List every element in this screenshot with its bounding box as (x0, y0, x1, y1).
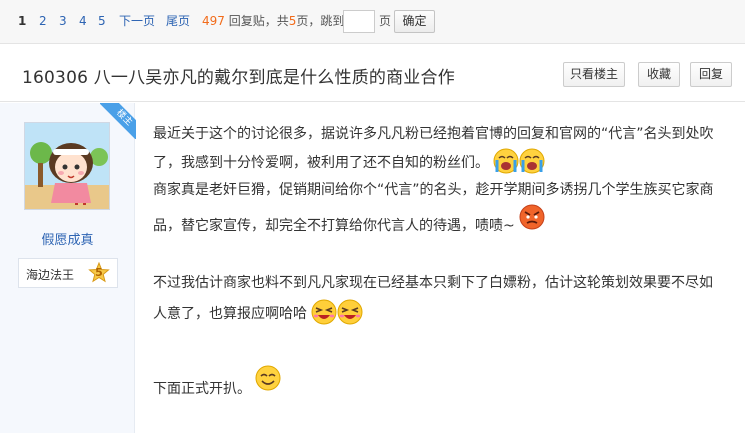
pagination-bar: 1 2 3 4 5 下一页 尾页 497 回复贴，共5页，跳到 页 确定 (0, 0, 745, 44)
reply-button[interactable]: 回复 (690, 62, 732, 87)
laughing-face-icon (337, 299, 363, 325)
crying-face-icon (519, 148, 545, 174)
post-line-with-emoticon: 下面正式开扒。 (153, 365, 281, 403)
level-name: 海边法王 (26, 268, 75, 282)
post-line-with-emoticons: 人意了，也算报应啊哈哈 (153, 299, 363, 328)
page-1-current: 1 (18, 14, 27, 28)
reply-summary: 497 回复贴，共5页，跳到 (202, 14, 344, 28)
page-2-link[interactable]: 2 (39, 14, 47, 28)
angry-face-icon (519, 204, 545, 230)
post-line: 最近关于这个的讨论很多，据说许多凡凡粉已经抱着官博的回复和官网的“代言”名头到处… (153, 126, 714, 142)
jump-page-input[interactable] (343, 10, 375, 33)
op-ribbon: 楼主 (100, 103, 136, 139)
only-op-button[interactable]: 只看楼主 (563, 62, 625, 87)
post-line: 品，替它家宣传，却完全不打算给你代言人的待遇，啧啧~ (153, 218, 515, 234)
post-line-with-emoticons: 了，我感到十分怜爱啊，被利用了还不自知的粉丝们。 (153, 148, 545, 177)
page-unit-label: 页，跳到 (296, 14, 345, 28)
page-4-link[interactable]: 4 (79, 14, 87, 28)
page-3-link[interactable]: 3 (59, 14, 67, 28)
confirm-button[interactable]: 确定 (394, 10, 435, 33)
page-5-link[interactable]: 5 (98, 14, 106, 28)
level-number: 5 (95, 266, 103, 279)
thread-title: 160306 八一八吴亦凡的戴尔到底是什么性质的商业合作 (22, 68, 455, 88)
level-star-icon: 5 (88, 261, 110, 284)
thread-header: 160306 八一八吴亦凡的戴尔到底是什么性质的商业合作 只看楼主 收藏 回复 (0, 45, 745, 102)
post-line: 不过我估计商家也料不到凡凡家现在已经基本只剩下了白嫖粉，估计这轮策划效果要不尽如 (153, 275, 713, 291)
next-page-link[interactable]: 下一页 (119, 14, 155, 28)
page-suffix-label: 页 (379, 14, 392, 28)
avatar[interactable] (24, 122, 110, 210)
op-badge-label: 楼主 (100, 103, 136, 139)
post-line: 下面正式开扒。 (153, 381, 251, 397)
post-line: 了，我感到十分怜爱啊，被利用了还不自知的粉丝们。 (153, 155, 489, 171)
post: 楼主 假愿成真 海边法王 5 最近关于这个的讨论很多，据说许多凡凡粉已经抱着官博… (0, 103, 745, 433)
post-line-with-emoticon: 品，替它家宣传，却完全不打算给你代言人的待遇，啧啧~ (153, 204, 545, 240)
reply-label: 回复贴，共 (228, 14, 289, 28)
level-box: 海边法王 5 (18, 258, 118, 288)
avatar-image (25, 123, 109, 209)
smiling-face-icon (255, 365, 281, 391)
favorite-button[interactable]: 收藏 (638, 62, 680, 87)
reply-count: 497 (202, 14, 225, 28)
post-line: 人意了，也算报应啊哈哈 (153, 306, 307, 322)
laughing-face-icon (311, 299, 337, 325)
post-line: 商家真是老奸巨猾，促销期间给你个“代言”的名头，趁开学期间多诱拐几个学生族买它家… (153, 182, 714, 198)
author-panel: 楼主 假愿成真 海边法王 5 (0, 103, 136, 433)
last-page-link[interactable]: 尾页 (166, 14, 190, 28)
author-name[interactable]: 假愿成真 (0, 229, 135, 248)
crying-face-icon (493, 148, 519, 174)
